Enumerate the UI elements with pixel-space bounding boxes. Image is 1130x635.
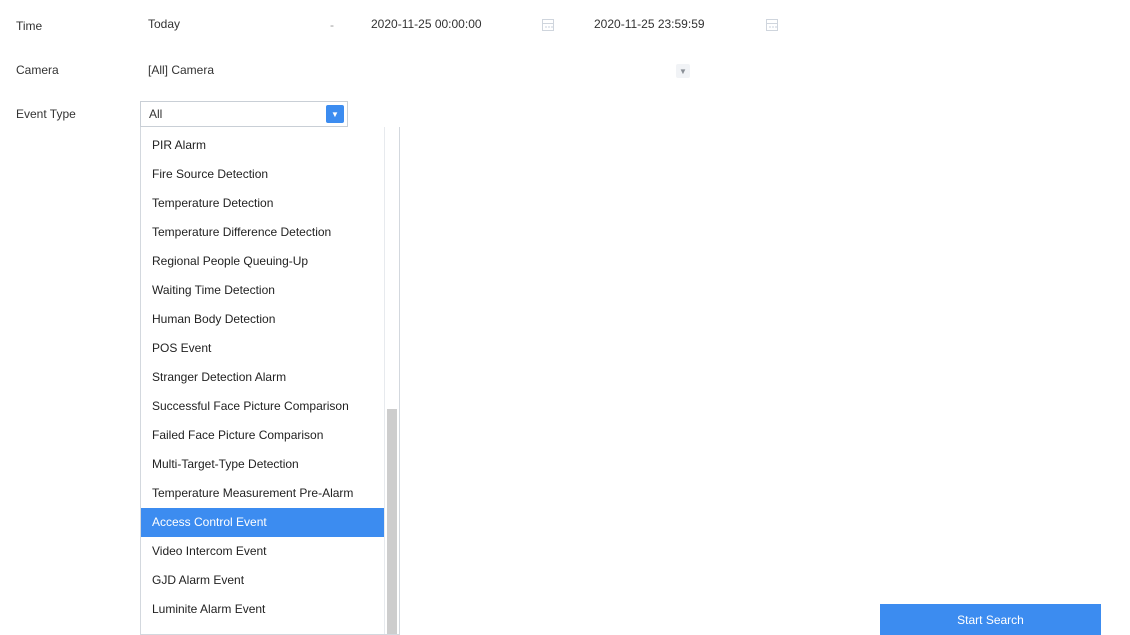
scrollbar-thumb[interactable] xyxy=(387,409,397,634)
time-range-select[interactable]: Today xyxy=(148,13,328,35)
event-type-option[interactable]: Temperature Difference Detection xyxy=(141,218,386,247)
start-time-field[interactable]: 2020-11-25 00:00:00 xyxy=(371,13,541,35)
event-type-option[interactable]: Temperature Measurement Pre-Alarm xyxy=(141,479,386,508)
event-type-option[interactable]: Human Body Detection xyxy=(141,305,386,334)
event-search-page: Time Today - 2020-11-25 00:00:00 2020-11… xyxy=(0,0,1130,635)
time-separator: - xyxy=(330,18,334,32)
camera-select[interactable]: [All] Camera xyxy=(148,59,668,81)
event-type-option[interactable]: Access Control Event xyxy=(141,508,386,537)
end-time-value: 2020-11-25 23:59:59 xyxy=(594,17,705,31)
calendar-icon[interactable] xyxy=(542,19,554,31)
event-type-option-list: PIR Alarm Fire Source Detection Temperatur… xyxy=(141,131,386,624)
event-type-option[interactable]: Temperature Detection xyxy=(141,189,386,218)
event-type-option[interactable]: Video Intercom Event xyxy=(141,537,386,566)
event-type-select[interactable]: All ▼ xyxy=(140,101,348,127)
event-type-option[interactable]: Multi-Target-Type Detection xyxy=(141,450,386,479)
event-type-option[interactable]: POS Event xyxy=(141,334,386,363)
event-type-dropdown: PIR Alarm Fire Source Detection Temperatur… xyxy=(140,127,400,635)
event-type-option[interactable]: Failed Face Picture Comparison xyxy=(141,421,386,450)
start-search-button[interactable]: Start Search xyxy=(880,604,1101,635)
event-type-option[interactable]: Regional People Queuing-Up xyxy=(141,247,386,276)
event-type-value: All xyxy=(149,107,163,121)
end-time-field[interactable]: 2020-11-25 23:59:59 xyxy=(594,13,754,35)
time-range-value: Today xyxy=(148,17,181,31)
event-type-option[interactable]: Stranger Detection Alarm xyxy=(141,363,386,392)
camera-value: [All] Camera xyxy=(148,63,215,77)
event-type-option[interactable]: Waiting Time Detection xyxy=(141,276,386,305)
chevron-down-icon[interactable]: ▼ xyxy=(676,64,690,78)
dropdown-scrollbar[interactable] xyxy=(384,127,399,634)
event-type-option[interactable]: GJD Alarm Event xyxy=(141,566,386,595)
camera-label: Camera xyxy=(16,63,59,77)
event-type-option[interactable]: Successful Face Picture Comparison xyxy=(141,392,386,421)
event-type-label: Event Type xyxy=(16,107,76,121)
event-type-option[interactable]: PIR Alarm xyxy=(141,131,386,160)
time-label: Time xyxy=(16,19,43,33)
start-time-value: 2020-11-25 00:00:00 xyxy=(371,17,482,31)
event-type-option[interactable]: Luminite Alarm Event xyxy=(141,595,386,624)
calendar-icon[interactable] xyxy=(766,19,778,31)
chevron-down-icon[interactable]: ▼ xyxy=(326,105,344,123)
event-type-option[interactable]: Fire Source Detection xyxy=(141,160,386,189)
